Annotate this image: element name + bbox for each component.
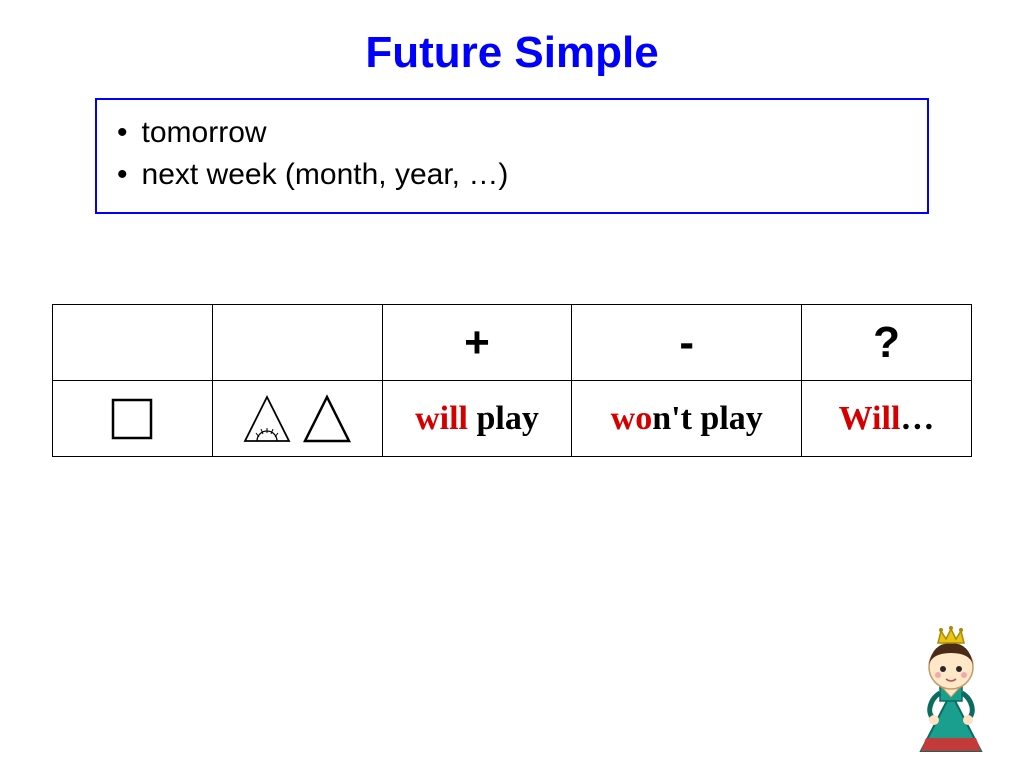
table-row: will play won't play Will…: [53, 381, 972, 457]
cell-question: Will…: [802, 381, 972, 457]
square-icon: [107, 394, 157, 444]
time-markers-list: tomorrow next week (month, year, …): [117, 112, 907, 196]
cell-negative: won't play: [572, 381, 802, 457]
will-text: will: [415, 400, 468, 437]
page-title: Future Simple: [0, 0, 1024, 78]
cell-positive: will play: [382, 381, 572, 457]
header-plus: +: [382, 305, 572, 381]
triangle-icon: [299, 391, 355, 447]
cell-verb-icons: [212, 381, 382, 457]
header-empty-verb: [212, 305, 382, 381]
list-item: next week (month, year, …): [117, 154, 907, 196]
header-minus: -: [572, 305, 802, 381]
dots-text: …: [900, 400, 934, 437]
wont-wo-text: wo: [611, 400, 653, 437]
header-empty-subject: [53, 305, 213, 381]
list-item: tomorrow: [117, 112, 907, 154]
cell-subject-icon: [53, 381, 213, 457]
sunrise-triangle-icon: [239, 391, 295, 447]
verb-text: play: [468, 400, 539, 437]
time-markers-box: tomorrow next week (month, year, …): [95, 98, 929, 214]
table-header-row: + - ?: [53, 305, 972, 381]
grammar-table: + - ? will play: [52, 304, 972, 457]
header-question: ?: [802, 305, 972, 381]
wont-rest-text: n't play: [652, 400, 763, 437]
character-icon: [896, 623, 1006, 753]
will-q-text: Will: [839, 400, 901, 437]
